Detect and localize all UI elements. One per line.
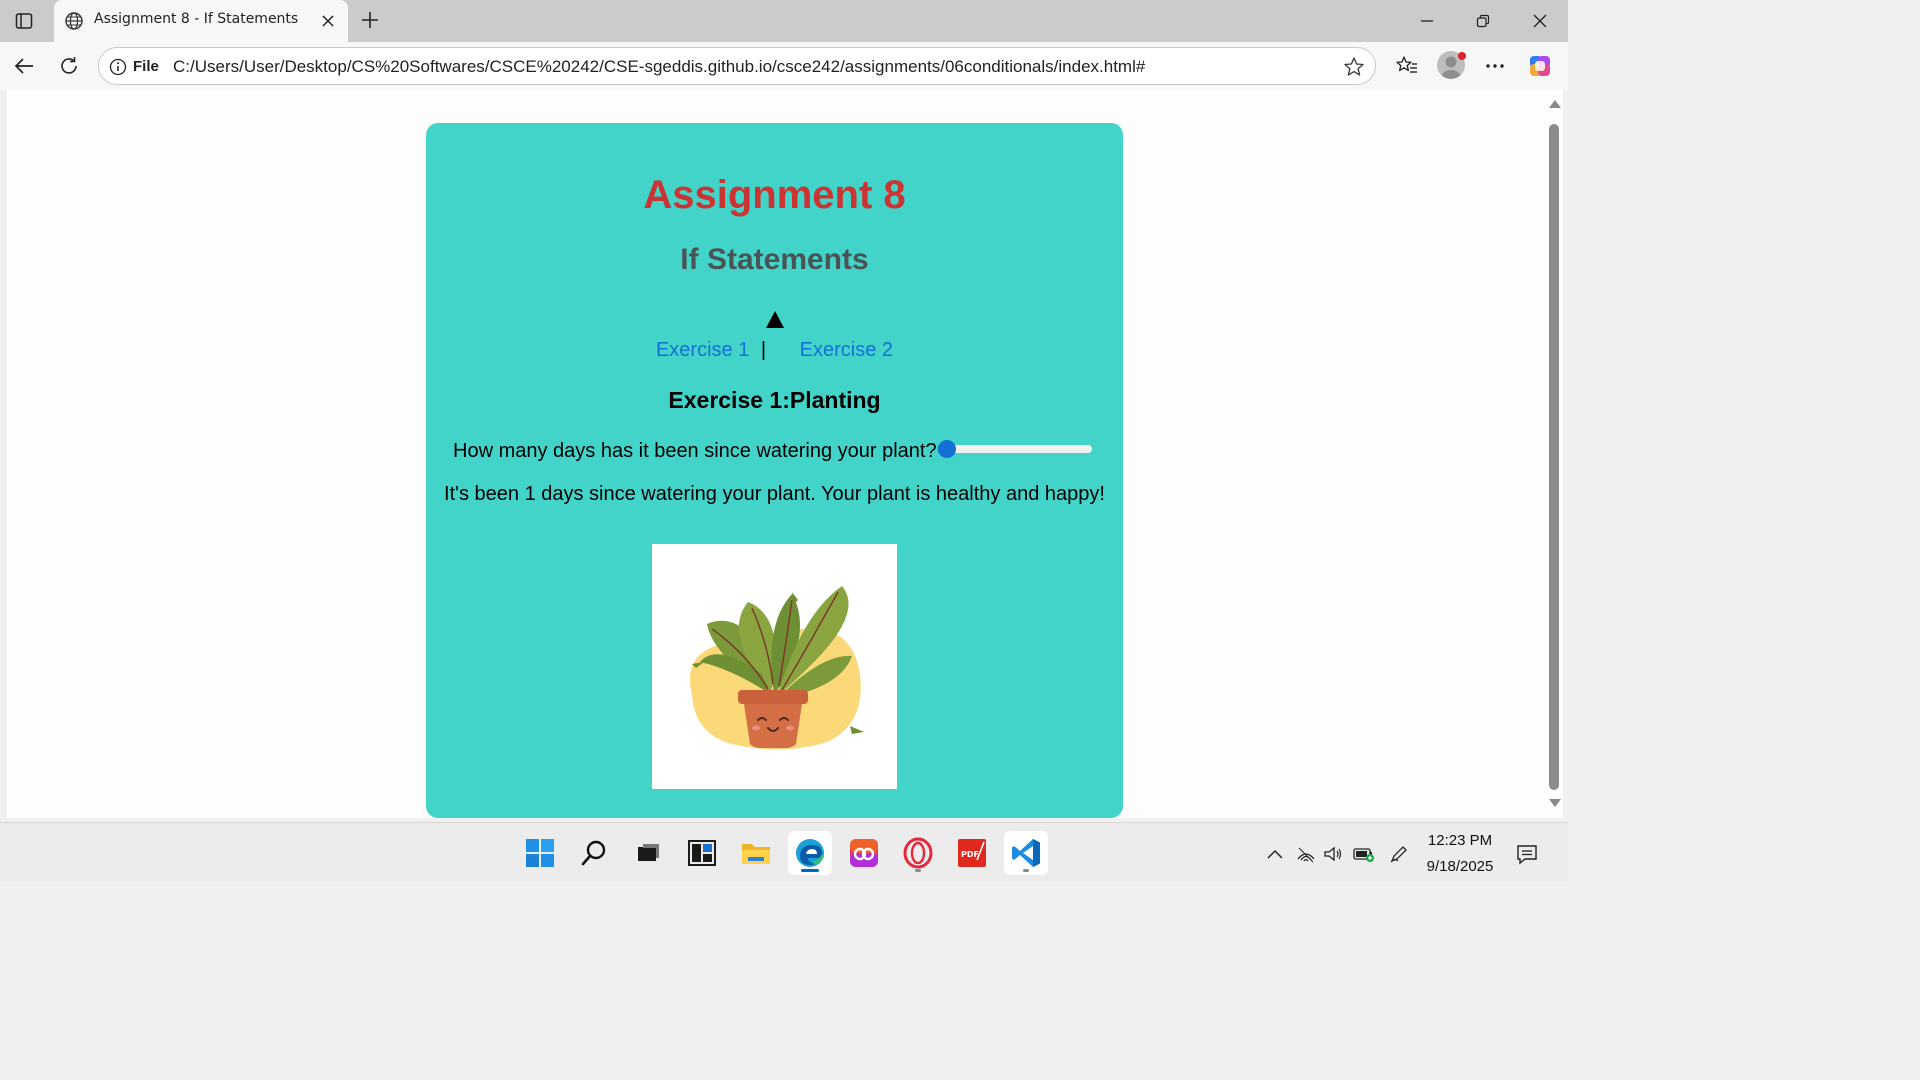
- reload-button[interactable]: [55, 52, 83, 80]
- triangle-up-icon[interactable]: [766, 311, 784, 328]
- close-window-button[interactable]: [1525, 6, 1555, 36]
- more-options-icon[interactable]: [1481, 52, 1509, 80]
- exercise-nav: Exercise 1 | Exercise 2: [426, 339, 1123, 362]
- pdf-reader-icon[interactable]: PDF: [950, 831, 994, 875]
- info-icon[interactable]: [109, 58, 127, 76]
- restore-button[interactable]: [1468, 6, 1498, 36]
- notifications-icon[interactable]: [1516, 843, 1538, 865]
- exercise-1-link[interactable]: Exercise 1: [656, 339, 749, 361]
- slider-question-label: How many days has it been since watering…: [453, 440, 937, 462]
- active-app-indicator: [801, 869, 819, 872]
- page-title: Assignment 8: [643, 173, 906, 217]
- tab-actions-icon[interactable]: [10, 9, 38, 33]
- page-subtitle: If Statements: [680, 243, 869, 276]
- minimize-button[interactable]: [1412, 6, 1442, 36]
- url-scheme-label: File: [133, 58, 159, 75]
- favorite-star-icon[interactable]: [1343, 56, 1365, 78]
- copilot-icon[interactable]: [1526, 52, 1554, 80]
- active-tab[interactable]: Assignment 8 - If Statements: [54, 0, 348, 42]
- slider-thumb[interactable]: [938, 440, 956, 458]
- creative-cloud-icon[interactable]: [842, 831, 886, 875]
- scroll-up-arrow-icon[interactable]: [1549, 100, 1561, 108]
- pen-icon[interactable]: [1388, 843, 1410, 865]
- opera-icon[interactable]: [896, 831, 940, 875]
- edge-browser-icon[interactable]: [788, 831, 832, 875]
- task-view-icon[interactable]: [626, 831, 670, 875]
- happy-plant-image: [652, 544, 897, 789]
- clock-time[interactable]: 12:23 PM: [1412, 832, 1508, 849]
- widgets-icon[interactable]: [680, 831, 724, 875]
- wifi-icon[interactable]: [1295, 843, 1317, 865]
- taskbar: PDF 12:23 PM 9/18/2025: [0, 822, 1568, 882]
- scroll-down-arrow-icon[interactable]: [1549, 799, 1561, 807]
- address-bar[interactable]: File C:/Users/User/Desktop/CS%20Software…: [98, 47, 1376, 85]
- start-button[interactable]: [518, 831, 562, 875]
- favorites-icon[interactable]: [1393, 52, 1421, 80]
- svg-text:PDF: PDF: [961, 850, 979, 859]
- new-tab-button[interactable]: [358, 8, 382, 32]
- file-explorer-icon[interactable]: [734, 831, 778, 875]
- exercise-2-link[interactable]: Exercise 2: [800, 339, 893, 361]
- running-app-indicator: [915, 869, 921, 872]
- close-tab-icon[interactable]: [318, 11, 338, 31]
- vscode-icon[interactable]: [1004, 831, 1048, 875]
- back-button[interactable]: [10, 52, 38, 80]
- days-slider[interactable]: [938, 440, 1092, 458]
- assignment-card: Assignment 8 If Statements Exercise 1 | …: [426, 123, 1123, 818]
- url-text[interactable]: C:/Users/User/Desktop/CS%20Softwares/CSC…: [173, 57, 1145, 77]
- exercise-heading: Exercise 1:Planting: [668, 387, 881, 413]
- tab-strip: Assignment 8 - If Statements: [0, 0, 1568, 42]
- tab-title: Assignment 8 - If Statements: [94, 11, 299, 27]
- battery-charging-icon[interactable]: [1353, 843, 1375, 865]
- clock-date[interactable]: 9/18/2025: [1412, 858, 1508, 875]
- plant-status-text: It's been 1 days since watering your pla…: [444, 483, 1105, 505]
- browser-toolbar: File C:/Users/User/Desktop/CS%20Software…: [0, 42, 1568, 90]
- search-icon[interactable]: [572, 831, 616, 875]
- scrollbar-thumb[interactable]: [1549, 124, 1559, 790]
- globe-icon: [64, 11, 84, 31]
- notification-dot: [1458, 52, 1466, 60]
- volume-icon[interactable]: [1322, 843, 1344, 865]
- vertical-scrollbar[interactable]: [1545, 90, 1563, 818]
- running-app-indicator: [1023, 869, 1029, 872]
- nav-separator: |: [760, 339, 767, 361]
- chevron-up-icon[interactable]: [1264, 843, 1286, 865]
